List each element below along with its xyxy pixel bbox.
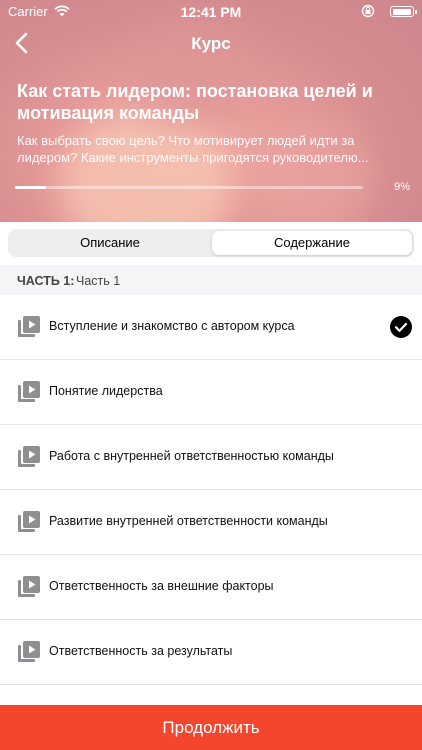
clock: 12:41 PM xyxy=(180,4,242,20)
battery-icon xyxy=(390,6,417,17)
course-title: Как стать лидером: постановка целей и мо… xyxy=(17,81,373,123)
lesson-title: Понятие лидерства xyxy=(49,384,163,398)
orientation-lock-icon xyxy=(361,4,375,18)
nav-bar: Курс xyxy=(0,26,422,62)
lesson-title: Вступление и знакомство с автором курса xyxy=(49,319,295,333)
status-bar: Carrier 12:41 PM xyxy=(0,0,422,24)
video-playlist-icon xyxy=(18,511,40,532)
section-title: Часть 1 xyxy=(76,274,121,288)
lesson-title: Ответственность за внешние факторы xyxy=(49,579,274,593)
continue-button[interactable]: Продолжить xyxy=(0,705,422,750)
section-label: ЧАСТЬ 1: xyxy=(17,274,75,288)
lesson-title: Ответственность за результаты xyxy=(49,644,233,658)
lesson-item[interactable]: Работа с внутренней ответственностью ком… xyxy=(0,425,422,490)
video-playlist-icon xyxy=(18,381,40,402)
course-progress-bar xyxy=(15,186,363,189)
tab-contents[interactable]: Содержание xyxy=(212,231,412,255)
lesson-item[interactable]: Развитие внутренней ответственности кома… xyxy=(0,490,422,555)
course-description: Как выбрать свою цель? Что мотивирует лю… xyxy=(17,133,369,165)
lesson-title: Развитие внутренней ответственности кома… xyxy=(49,514,328,528)
tab-description[interactable]: Описание xyxy=(10,231,210,255)
video-playlist-icon xyxy=(18,641,40,662)
video-playlist-icon xyxy=(18,316,40,337)
lesson-item[interactable]: Ответственность за результаты xyxy=(0,620,422,685)
course-progress-label: 9% xyxy=(394,181,410,193)
course-hero: Carrier 12:41 PM Курс Как стать лидером:… xyxy=(0,0,422,222)
nav-title: Курс xyxy=(191,34,231,53)
checkmark-circle-icon xyxy=(390,316,412,338)
video-playlist-icon xyxy=(18,576,40,597)
tab-segmented-control: Описание Содержание xyxy=(8,229,414,257)
video-playlist-icon xyxy=(18,446,40,467)
lesson-item[interactable]: Понятие лидерства xyxy=(0,360,422,425)
lesson-item[interactable]: Ответственность за внешние факторы xyxy=(0,555,422,620)
lesson-list: Вступление и знакомство с автором курса П… xyxy=(0,295,422,705)
lesson-item[interactable]: Вступление и знакомство с автором курса xyxy=(0,295,422,360)
lesson-title: Работа с внутренней ответственностью ком… xyxy=(49,449,334,463)
section-header: ЧАСТЬ 1: Часть 1 xyxy=(0,265,422,295)
course-progress-fill xyxy=(15,186,47,189)
